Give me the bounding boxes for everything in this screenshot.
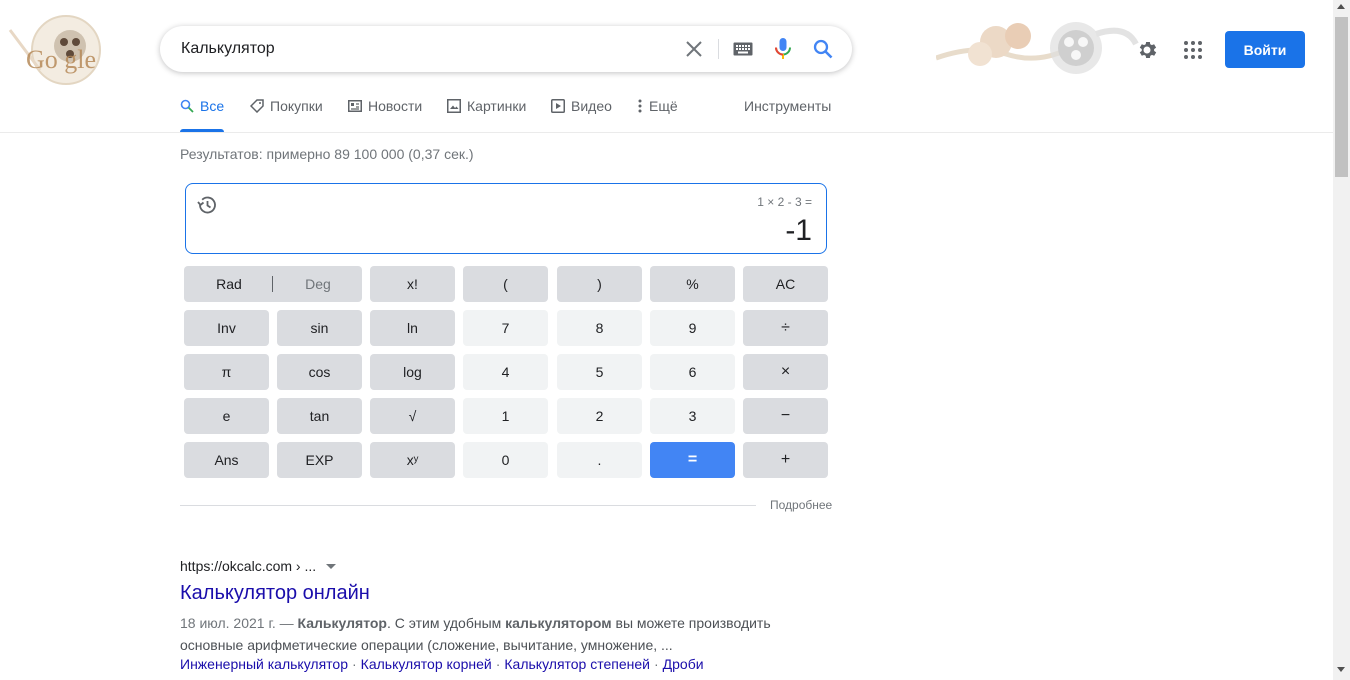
calculator-result: -1 <box>785 214 812 247</box>
google-doodle-logo[interactable]: Go gle <box>0 10 116 88</box>
tag-icon <box>250 98 264 114</box>
search-box <box>160 26 852 72</box>
key-8[interactable]: 8 <box>557 310 642 346</box>
result-date: 18 июл. 2021 г. — <box>180 615 294 631</box>
key-ln[interactable]: ln <box>370 310 455 346</box>
result-sitelinks: Инженерный калькулятор · Калькулятор корне… <box>180 656 704 672</box>
key-7[interactable]: 7 <box>463 310 548 346</box>
deg-button[interactable]: Deg <box>274 266 362 302</box>
rad-deg-toggle: Rad Deg <box>184 266 362 302</box>
more-vert-icon <box>637 98 643 114</box>
key-3[interactable]: 3 <box>650 398 735 434</box>
sitelink[interactable]: Калькулятор степеней <box>504 656 650 672</box>
image-icon <box>447 98 461 114</box>
tab-video[interactable]: Видео <box>551 98 612 132</box>
tab-label: Покупки <box>270 98 323 114</box>
tab-label: Видео <box>571 98 612 114</box>
chevron-down-icon[interactable] <box>326 563 337 569</box>
svg-text:Go gle: Go gle <box>26 45 96 74</box>
result-url-text: https://okcalc.com › ... <box>180 558 317 574</box>
more-link[interactable]: Подробнее <box>770 498 832 512</box>
play-icon <box>551 98 565 114</box>
search-input[interactable] <box>181 26 681 72</box>
tab-label: Все <box>200 98 225 114</box>
sitelink-separator: · <box>495 656 501 672</box>
key-plus[interactable]: + <box>743 442 828 478</box>
key-euler[interactable]: e <box>184 398 269 434</box>
snippet-text: . С этим удобным <box>386 615 506 631</box>
sitelink-separator: · <box>653 656 659 672</box>
key-1[interactable]: 1 <box>463 398 548 434</box>
history-icon[interactable] <box>196 194 218 216</box>
sign-in-button[interactable]: Войти <box>1225 31 1305 68</box>
key-decimal[interactable]: . <box>557 442 642 478</box>
scroll-down-arrow-icon[interactable] <box>1337 667 1345 672</box>
newspaper-icon <box>348 98 362 114</box>
calculator-expression: 1 × 2 - 3 = <box>757 195 812 209</box>
result-title-link[interactable]: Калькулятор онлайн <box>180 582 370 605</box>
key-tan[interactable]: tan <box>277 398 362 434</box>
sitelink[interactable]: Дроби <box>663 656 704 672</box>
tab-news[interactable]: Новости <box>348 98 422 132</box>
key-2[interactable]: 2 <box>557 398 642 434</box>
key-sin[interactable]: sin <box>277 310 362 346</box>
calculator-display: 1 × 2 - 3 = -1 <box>185 183 827 254</box>
search-divider <box>718 39 719 59</box>
tab-more[interactable]: Ещё <box>637 98 678 132</box>
sitelink[interactable]: Инженерный калькулятор <box>180 656 348 672</box>
key-exp[interactable]: EXP <box>277 442 362 478</box>
result-url[interactable]: https://okcalc.com › ... <box>180 558 337 574</box>
key-open-paren[interactable]: ( <box>463 266 548 302</box>
key-0[interactable]: 0 <box>463 442 548 478</box>
snippet-highlight: калькулятором <box>505 615 612 631</box>
key-percent[interactable]: % <box>650 266 735 302</box>
key-power[interactable]: xʸ <box>370 442 455 478</box>
tab-label: Картинки <box>467 98 527 114</box>
key-divide[interactable]: ÷ <box>743 310 828 346</box>
scroll-thumb[interactable] <box>1335 17 1348 177</box>
close-icon[interactable] <box>682 37 706 61</box>
key-multiply[interactable]: × <box>743 354 828 390</box>
key-factorial[interactable]: x! <box>370 266 455 302</box>
key-minus[interactable]: − <box>743 398 828 434</box>
tab-label: Новости <box>368 98 423 114</box>
key-all-clear[interactable]: AC <box>743 266 828 302</box>
header-doodle-art <box>935 14 1142 80</box>
tab-images[interactable]: Картинки <box>447 98 526 132</box>
key-answer[interactable]: Ans <box>184 442 269 478</box>
rad-button[interactable]: Rad <box>184 266 274 302</box>
tabs-divider <box>0 132 1333 133</box>
search-icon <box>180 98 194 114</box>
tab-all[interactable]: Все <box>180 98 225 132</box>
apps-grid-icon[interactable] <box>1181 38 1205 62</box>
tools-label: Инструменты <box>744 98 832 114</box>
key-inverse[interactable]: Inv <box>184 310 269 346</box>
tab-shopping[interactable]: Покупки <box>250 98 323 132</box>
key-close-paren[interactable]: ) <box>557 266 642 302</box>
key-log[interactable]: log <box>370 354 455 390</box>
key-5[interactable]: 5 <box>557 354 642 390</box>
key-sqrt[interactable]: √ <box>370 398 455 434</box>
key-cos[interactable]: cos <box>277 354 362 390</box>
tools-button[interactable]: Инструменты <box>744 98 831 132</box>
result-snippet: 18 июл. 2021 г. — Калькулятор. С этим уд… <box>180 612 790 656</box>
result-stats: Результатов: примерно 89 100 000 (0,37 с… <box>180 146 474 162</box>
tab-label: Ещё <box>649 98 678 114</box>
snippet-highlight: Калькулятор <box>297 615 387 631</box>
scroll-up-arrow-icon[interactable] <box>1337 4 1345 9</box>
page-scrollbar[interactable] <box>1333 0 1350 680</box>
rad-deg-separator <box>272 276 273 292</box>
key-6[interactable]: 6 <box>650 354 735 390</box>
keyboard-icon[interactable] <box>731 37 755 61</box>
key-equals[interactable]: = <box>650 442 735 478</box>
calculator-divider <box>180 505 756 506</box>
sitelink-separator: · <box>352 656 357 672</box>
key-9[interactable]: 9 <box>650 310 735 346</box>
sitelink[interactable]: Калькулятор корней <box>361 656 492 672</box>
gear-icon[interactable] <box>1135 38 1159 62</box>
key-pi[interactable]: π <box>184 354 269 390</box>
microphone-icon[interactable] <box>771 37 795 61</box>
search-icon[interactable] <box>811 37 835 61</box>
key-4[interactable]: 4 <box>463 354 548 390</box>
